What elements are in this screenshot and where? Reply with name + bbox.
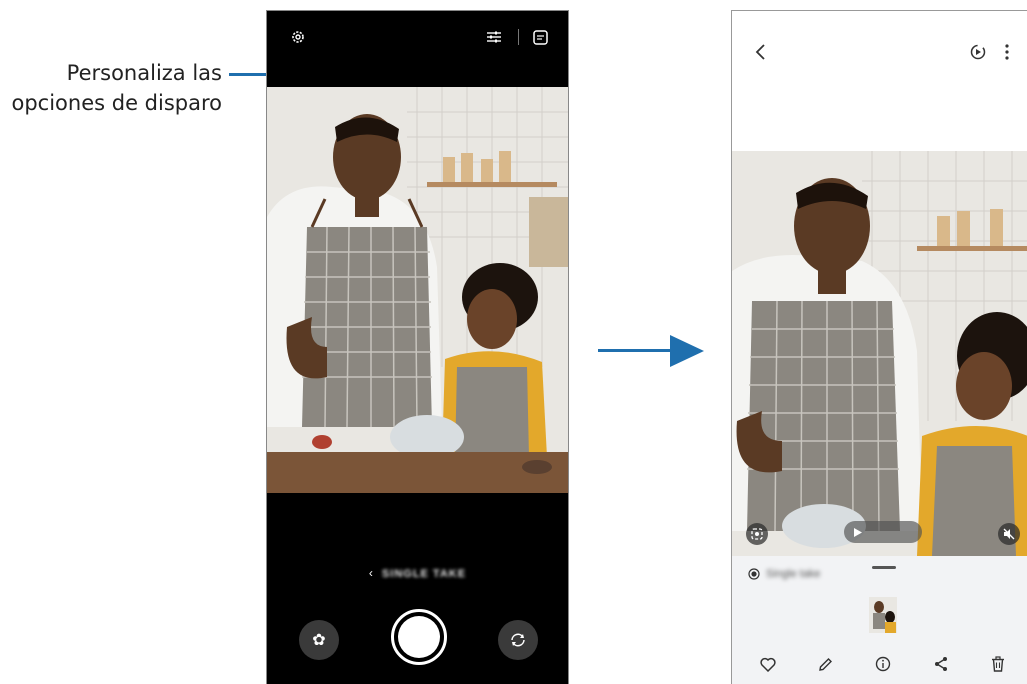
- chevron-left-icon[interactable]: ‹: [369, 566, 374, 580]
- thumbnail[interactable]: [869, 597, 897, 633]
- capture-frame-button[interactable]: [746, 523, 768, 545]
- clip-row[interactable]: Single take: [748, 568, 820, 580]
- info-icon[interactable]: [873, 654, 893, 674]
- transition-arrow-head: [670, 335, 704, 367]
- mute-icon: [1003, 528, 1015, 540]
- top-bar-divider: [518, 29, 519, 45]
- filter-button[interactable]: ✿: [299, 620, 339, 660]
- gallery-screen: Single take: [731, 10, 1027, 684]
- gallery-photo[interactable]: [732, 151, 1027, 556]
- trash-icon[interactable]: [988, 654, 1008, 674]
- clip-label: Single take: [766, 568, 821, 580]
- remaster-icon[interactable]: [968, 42, 988, 62]
- switch-camera-button[interactable]: [498, 620, 538, 660]
- camera-viewfinder-photo: [267, 87, 568, 493]
- play-video-button[interactable]: [844, 521, 922, 543]
- camera-top-bar: [267, 11, 568, 87]
- back-icon[interactable]: [750, 41, 770, 63]
- capture-frame-icon: [751, 528, 763, 540]
- shutter-button[interactable]: [391, 609, 447, 665]
- callout-text: Personaliza las opciones de disparo: [0, 58, 222, 118]
- mode-label: SINGLE TAKE: [381, 568, 467, 580]
- gear-icon[interactable]: [289, 28, 307, 46]
- record-icon: [748, 568, 760, 580]
- shutter-button-inner: [398, 616, 440, 658]
- camera-screen: ‹ SINGLE TAKE ✿: [266, 10, 569, 684]
- callout-line-2: opciones de disparo: [11, 91, 222, 115]
- transition-arrow-line: [598, 349, 676, 352]
- mode-selector[interactable]: ‹ SINGLE TAKE: [267, 566, 568, 580]
- filter-flower-icon: ✿: [312, 632, 326, 649]
- pencil-icon[interactable]: [815, 654, 835, 674]
- sliders-icon[interactable]: [485, 28, 503, 46]
- heart-icon[interactable]: [758, 654, 778, 674]
- play-icon: [854, 527, 862, 537]
- switch-camera-icon: [511, 633, 525, 647]
- chat-icon[interactable]: [531, 28, 549, 46]
- mute-button[interactable]: [998, 523, 1020, 545]
- more-icon[interactable]: [1000, 42, 1014, 62]
- callout-line-1: Personaliza las: [66, 61, 222, 85]
- share-icon[interactable]: [931, 654, 951, 674]
- panel-handle[interactable]: [872, 566, 896, 569]
